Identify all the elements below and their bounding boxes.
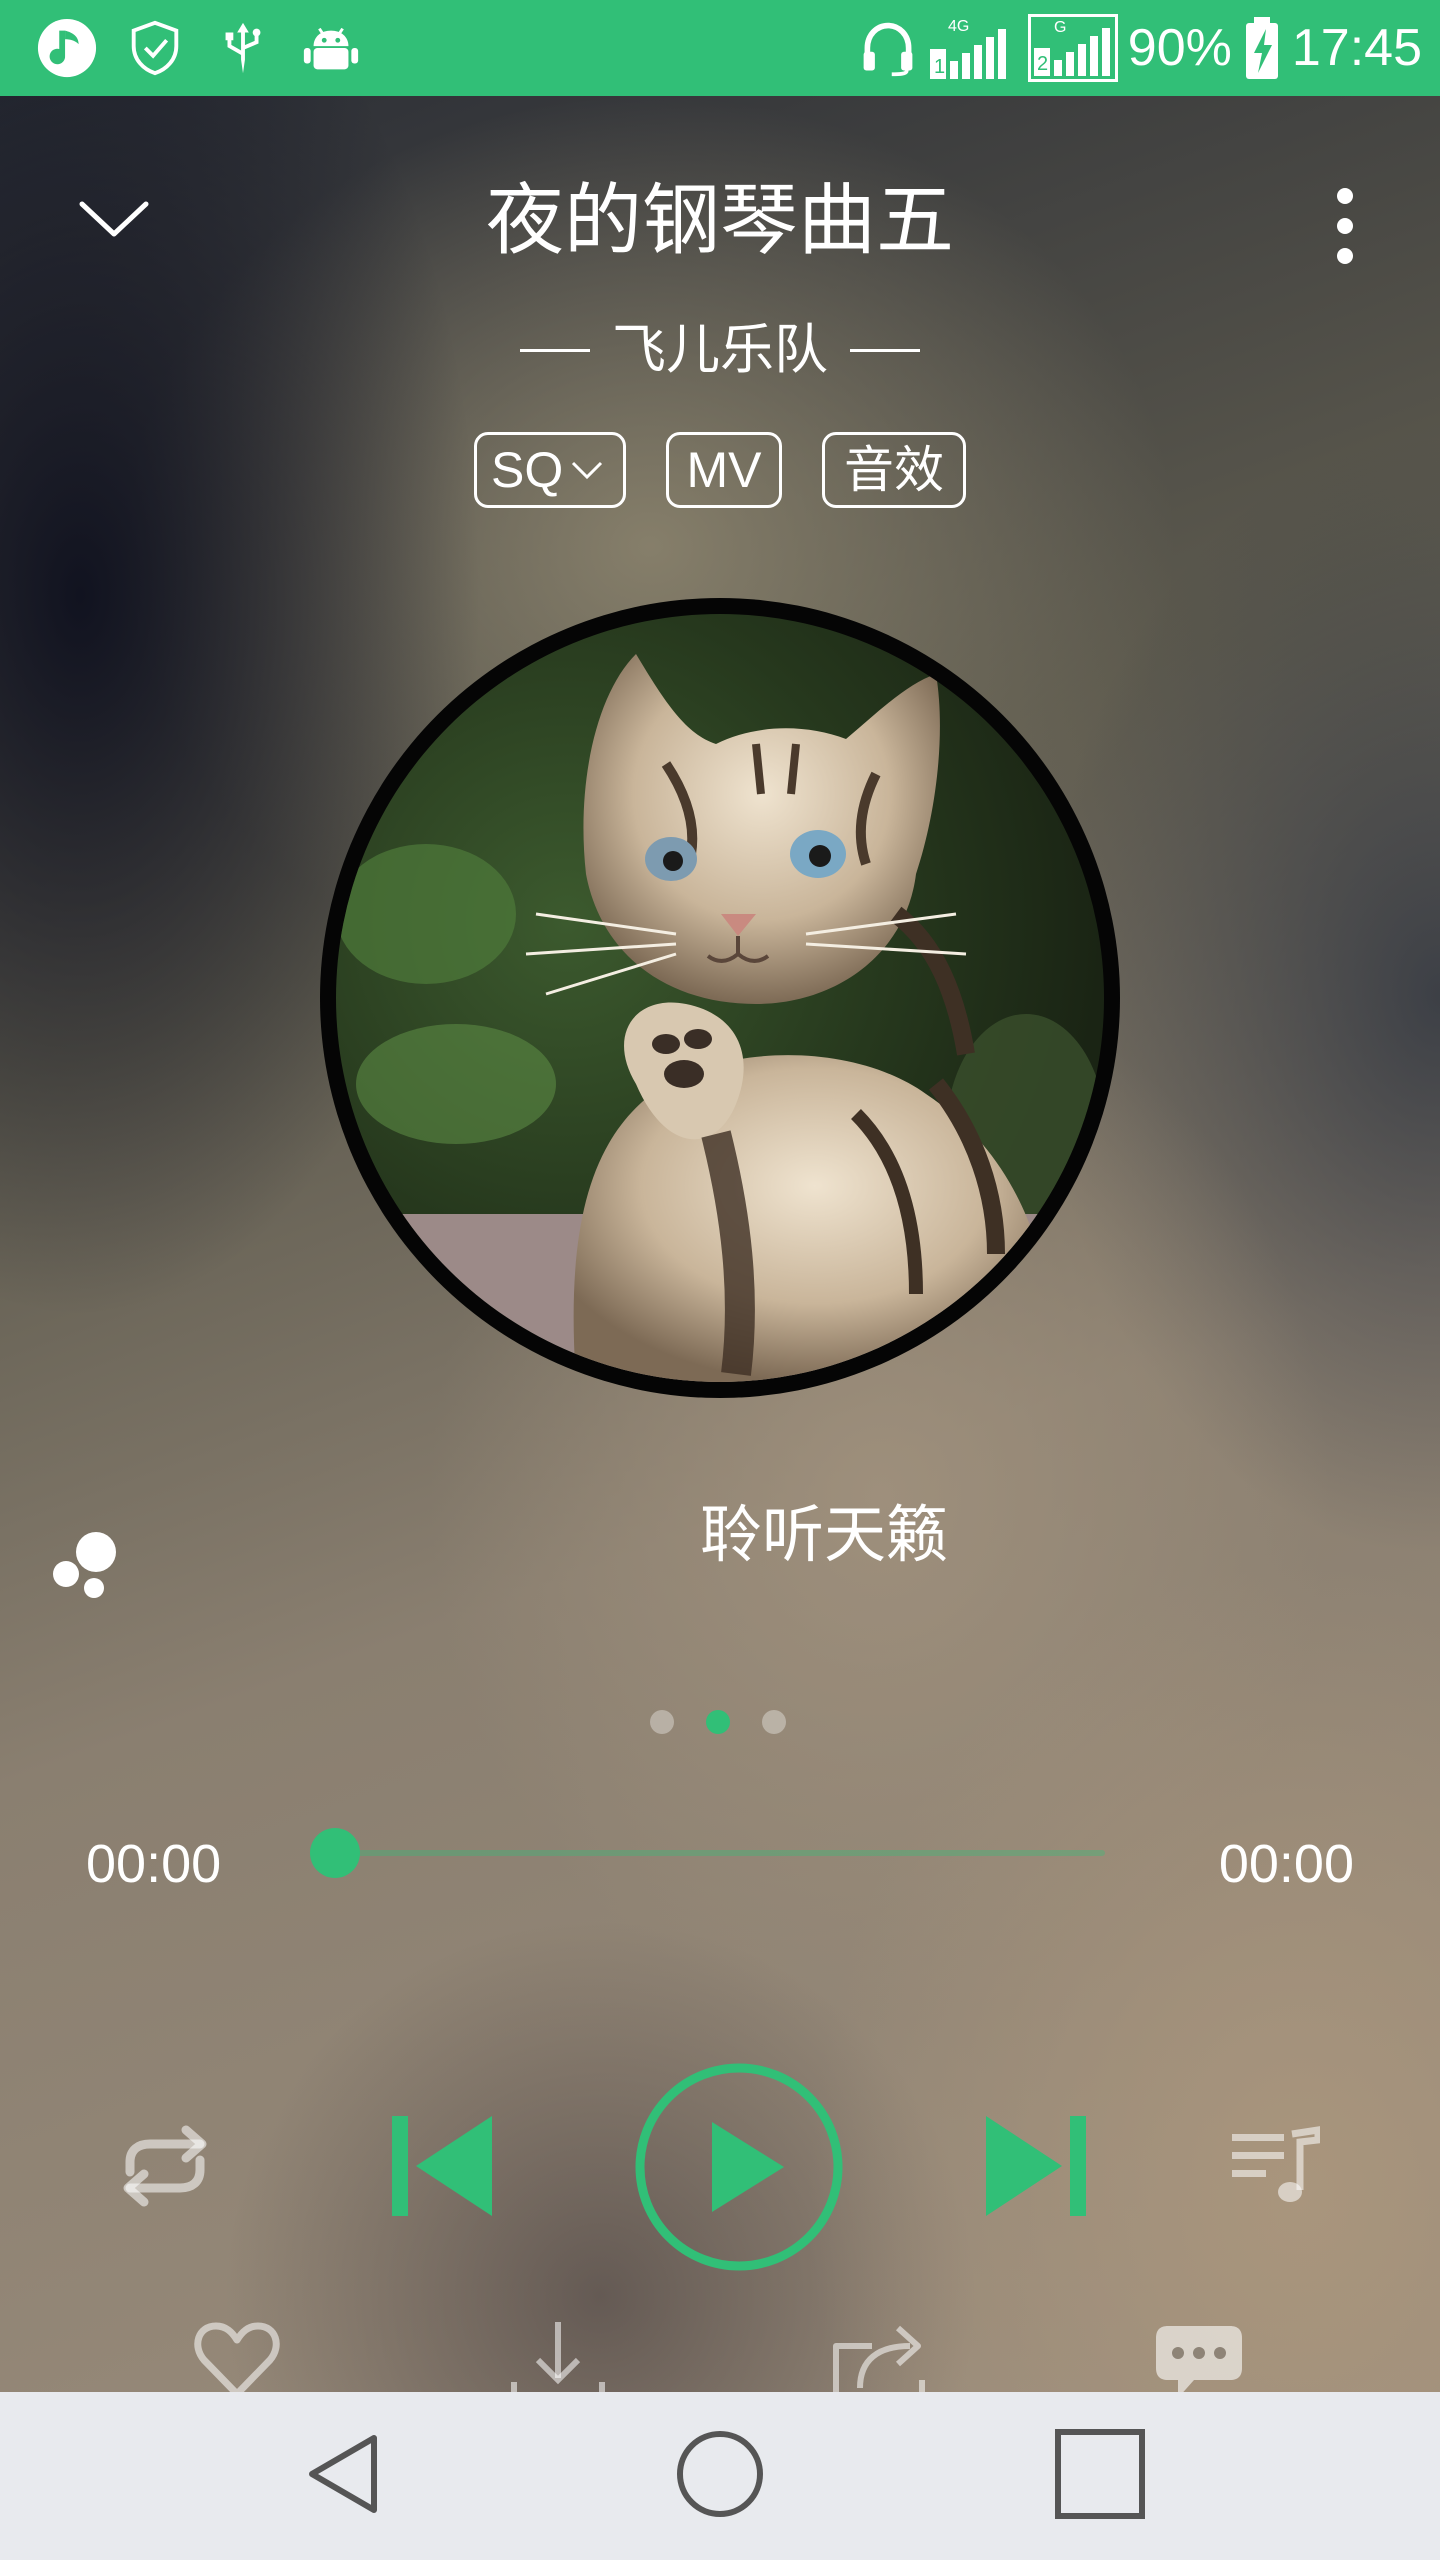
player-area: 夜的钢琴曲五 飞儿乐队 SQ MV 音效 聆听天籁 00:00 00:00: [0, 96, 1440, 2413]
tag-row: SQ MV 音效: [0, 432, 1440, 508]
progress-bar[interactable]: [335, 1850, 1105, 1856]
quality-button[interactable]: SQ: [474, 432, 626, 508]
chevron-down-icon: [572, 461, 603, 480]
battery-charging-icon: [1245, 17, 1278, 79]
sound-effect-label: 音效: [844, 442, 944, 498]
home-icon[interactable]: [670, 2424, 770, 2524]
artist-dash-left: [520, 348, 590, 352]
back-icon[interactable]: [294, 2424, 394, 2524]
headset-icon: [863, 22, 913, 77]
artist-dash-right: [850, 348, 920, 352]
status-bar: 4G 1 G 2 90% 17:45: [0, 0, 1440, 96]
elapsed-time: 00:00: [86, 1834, 222, 1894]
repeat-icon[interactable]: [110, 2116, 220, 2216]
qq-music-icon: [37, 18, 97, 78]
network-g-label: G: [1054, 19, 1066, 36]
signal-sim1-icon: 4G 1: [929, 18, 1006, 79]
mv-button[interactable]: MV: [666, 432, 782, 508]
usb-icon: [225, 22, 261, 74]
song-title: 夜的钢琴曲五: [485, 176, 954, 266]
play-icon[interactable]: [634, 2062, 844, 2272]
next-icon[interactable]: [980, 2108, 1092, 2224]
album-cover[interactable]: [320, 598, 1120, 1398]
quality-label: SQ: [491, 442, 564, 498]
previous-icon[interactable]: [386, 2108, 498, 2224]
page-dot: [650, 1710, 674, 1734]
page-dot: [762, 1710, 786, 1734]
shield-icon: [131, 20, 179, 76]
mv-label: MV: [686, 442, 762, 498]
android-debug-icon: [303, 27, 359, 70]
sim2-label: 2: [1037, 53, 1048, 75]
kitten-illustration: [336, 614, 1104, 1382]
sound-effect-button[interactable]: 音效: [822, 432, 966, 508]
artist-row[interactable]: 飞儿乐队: [0, 310, 1440, 390]
lyric-line[interactable]: 聆听天籁: [700, 1490, 1000, 1580]
more-options-icon[interactable]: [1320, 176, 1370, 276]
music-player-screen: 4G 1 G 2 90% 17:45 夜的钢琴曲五 飞儿乐队 SQ MV 音效 …: [0, 0, 1440, 2560]
status-time: 17:45: [1291, 19, 1422, 77]
status-right-icons: 4G 1 G 2 90% 17:45: [858, 12, 1422, 84]
artist-name[interactable]: 飞儿乐队: [612, 310, 828, 390]
sim1-label: 1: [934, 56, 945, 78]
page-indicator: [650, 1710, 786, 1734]
album-cover-image: [336, 614, 1104, 1382]
signal-sim2-icon: G 2: [1027, 14, 1118, 82]
total-duration: 00:00: [1218, 1834, 1354, 1894]
progress-thumb[interactable]: [310, 1828, 360, 1878]
lyric-style-icon[interactable]: [52, 1526, 132, 1606]
recents-icon[interactable]: [1050, 2424, 1150, 2524]
page-dot-active: [706, 1710, 730, 1734]
network-4g-label: 4G: [948, 18, 969, 35]
status-left-icons: [36, 14, 362, 82]
playlist-icon[interactable]: [1230, 2126, 1320, 2206]
battery-percent: 90%: [1127, 19, 1232, 77]
navigation-bar: [0, 2392, 1440, 2560]
